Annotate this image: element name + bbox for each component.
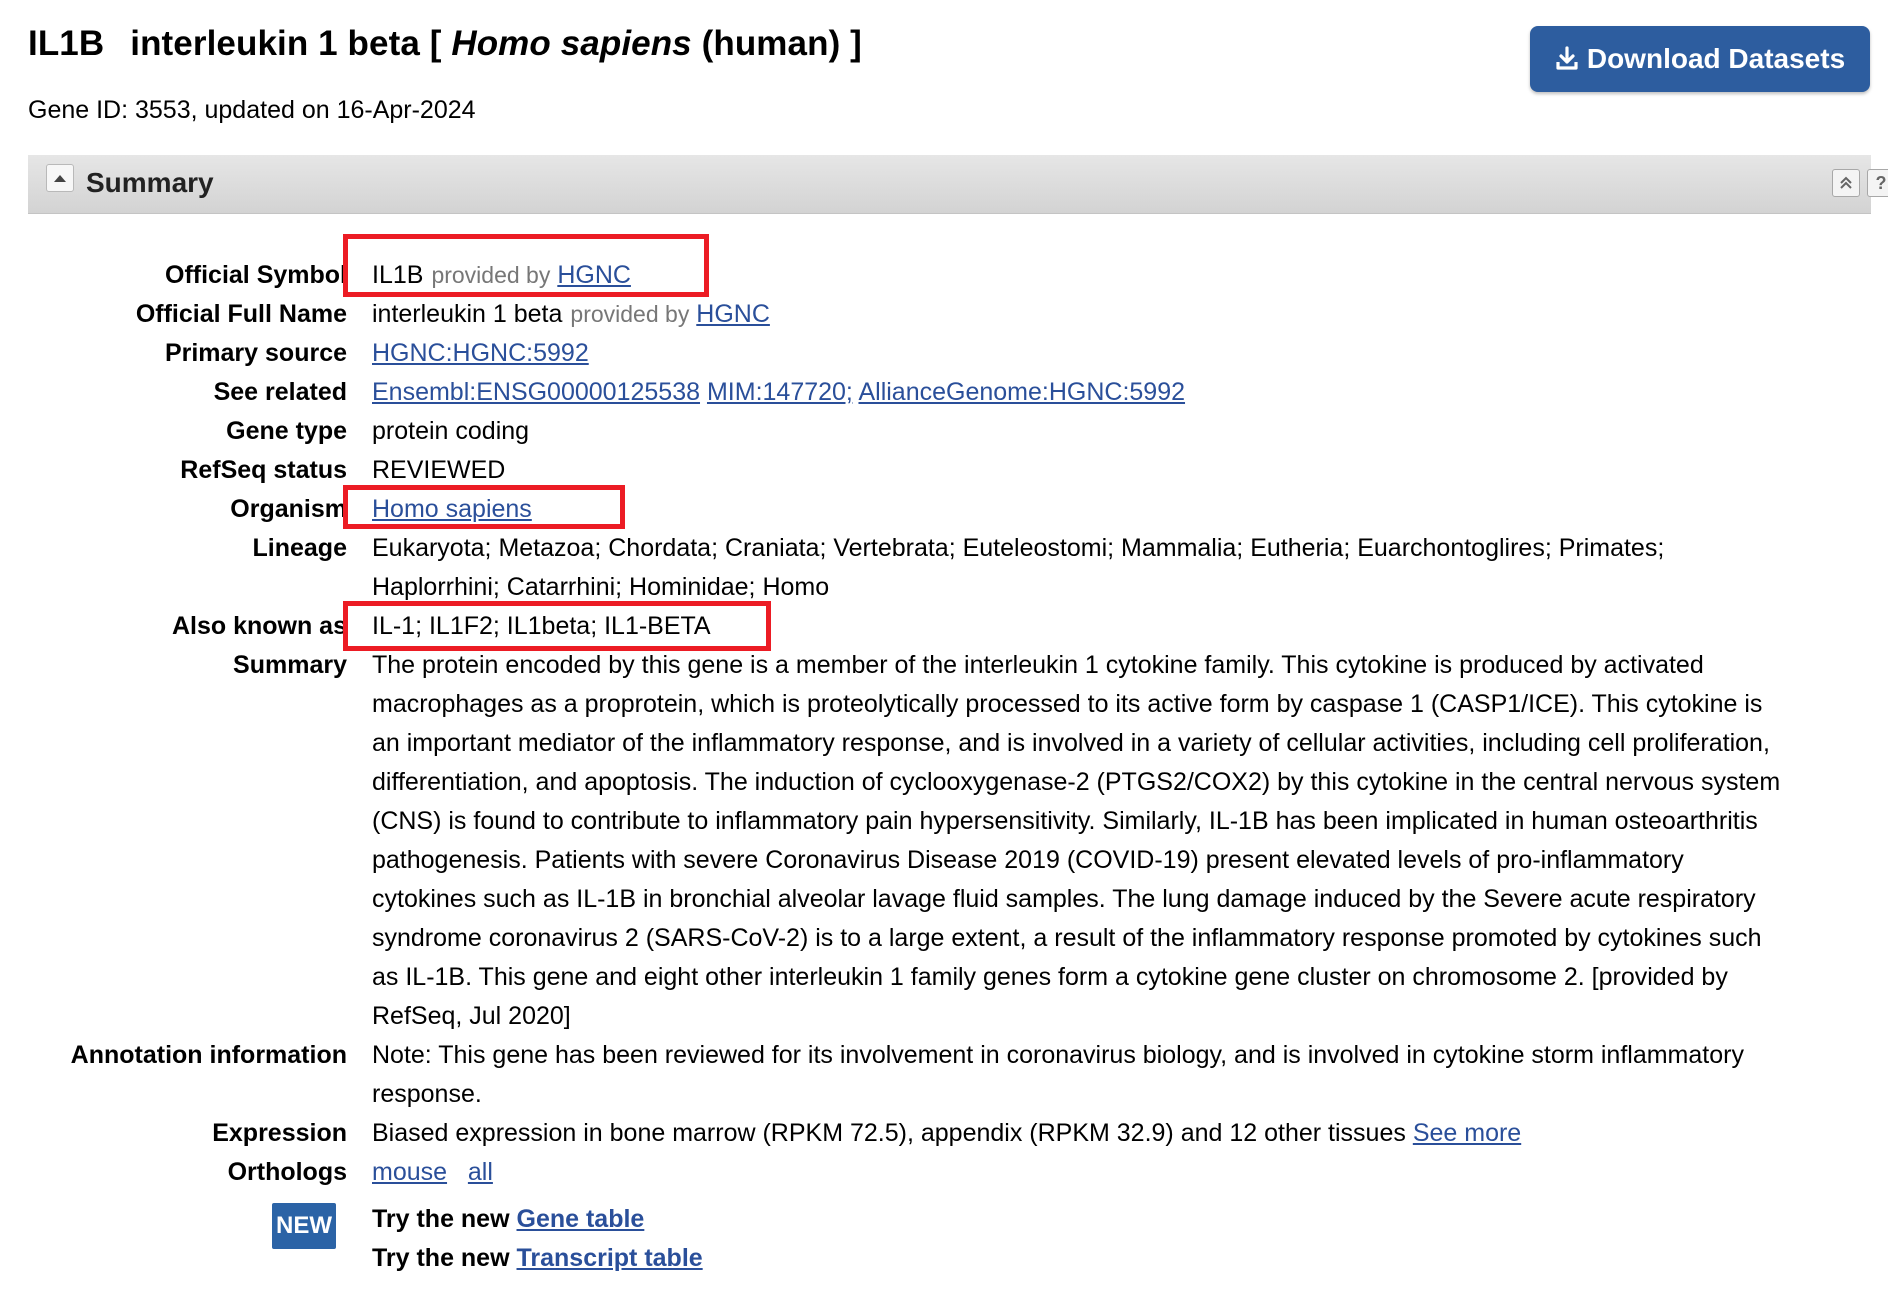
try-transcript-table: Try the new Transcript table <box>372 1244 703 1273</box>
annotation-line-1: Note: This gene has been reviewed for it… <box>372 1041 1744 1069</box>
field-label: Gene type <box>226 417 347 445</box>
field-label: Expression <box>212 1119 347 1147</box>
double-chevron-up-icon <box>1840 176 1852 189</box>
field-value: Biased expression in bone marrow (RPKM 7… <box>372 1114 1842 1153</box>
gene-name-prefix: interleukin 1 beta [ <box>130 24 442 63</box>
summary-text: The protein encoded by this gene is a me… <box>372 646 1842 1036</box>
caret-up-icon <box>54 175 66 182</box>
summary-line: differentiation, and apoptosis. The indu… <box>372 768 1781 796</box>
gene-symbol: IL1B <box>28 24 105 63</box>
field-value: mouse all <box>372 1153 1842 1192</box>
highlight-box-organism <box>343 485 625 529</box>
field-label: Primary source <box>164 339 347 367</box>
try-prefix: Try the new <box>372 1205 510 1233</box>
highlight-box-also-known-as <box>343 601 771 651</box>
download-icon <box>1556 46 1578 70</box>
transcript-table-link[interactable]: Transcript table <box>517 1244 703 1272</box>
scroll-top-button[interactable] <box>1832 169 1860 197</box>
field-value: Ensembl:ENSG00000125538 MIM:147720; Alli… <box>372 373 1842 412</box>
field-value: protein coding <box>372 417 530 445</box>
page-title: IL1B interleukin 1 beta [ Homo sapiens (h… <box>28 24 862 64</box>
gene-name-suffix: (human) ] <box>701 24 862 63</box>
expression-text: Biased expression in bone marrow (RPKM 7… <box>372 1119 1406 1147</box>
summary-line: RefSeq, Jul 2020] <box>372 1002 571 1030</box>
summary-line: The protein encoded by this gene is a me… <box>372 651 1704 679</box>
field-label: Also known as <box>171 612 347 640</box>
highlight-box-official-symbol <box>343 234 709 297</box>
field-label: Official Full Name <box>135 300 347 328</box>
provided-by-text: provided by <box>570 301 690 327</box>
summary-line: syndrome coronavirus 2 (SARS-CoV-2) is t… <box>372 924 1762 952</box>
gene-organism: Homo sapiens <box>451 24 692 63</box>
alliance-genome-link[interactable]: AllianceGenome:HGNC:5992 <box>858 378 1185 406</box>
field-value: Note: This gene has been reviewed for it… <box>372 1036 1842 1114</box>
field-label: RefSeq status <box>180 456 347 484</box>
try-prefix: Try the new <box>372 1244 510 1272</box>
summary-section-title: Summary <box>86 167 214 198</box>
annotation-line-2: response. <box>372 1080 482 1108</box>
official-full-name-value: interleukin 1 beta <box>372 300 563 328</box>
primary-source-link[interactable]: HGNC:HGNC:5992 <box>372 339 589 367</box>
summary-line: as IL-1B. This gene and eight other inte… <box>372 963 1728 991</box>
field-label: Official Symbol <box>165 261 347 289</box>
summary-line: pathogenesis. Patients with severe Coron… <box>372 846 1684 874</box>
help-icon: ? <box>1875 172 1887 193</box>
field-label: Organism <box>230 495 347 523</box>
all-orthologs-link[interactable]: all <box>468 1158 493 1186</box>
summary-line: an important mediator of the inflammator… <box>372 729 1770 757</box>
see-more-link[interactable]: See more <box>1413 1119 1521 1147</box>
summary-line: cytokines such as IL-1B in bronchial alv… <box>372 885 1756 913</box>
download-datasets-label: Download Datasets <box>1586 43 1846 74</box>
ensembl-link[interactable]: Ensembl:ENSG00000125538 <box>372 378 700 406</box>
gene-table-link[interactable]: Gene table <box>517 1205 645 1233</box>
field-label: See related <box>213 378 347 406</box>
try-gene-table: Try the new Gene table <box>372 1205 644 1234</box>
collapse-section-button[interactable] <box>46 164 74 192</box>
summary-line: (CNS) is found to contribute to inflamma… <box>372 807 1758 835</box>
mim-link[interactable]: MIM:147720; <box>707 378 853 406</box>
download-datasets-button[interactable]: Download Datasets <box>1530 26 1870 92</box>
new-badge: NEW <box>272 1203 336 1249</box>
summary-section-header: Summary ? <box>28 155 1888 214</box>
field-value: interleukin 1 beta provided by HGNC <box>372 295 1842 334</box>
help-button[interactable]: ? <box>1867 169 1888 197</box>
field-label: Orthologs <box>227 1158 347 1186</box>
field-value: Eukaryota; Metazoa; Chordata; Craniata; … <box>372 529 1842 607</box>
gene-id-line: Gene ID: 3553, updated on 16-Apr-2024 <box>28 96 476 124</box>
summary-line: macrophages as a proprotein, which is pr… <box>372 690 1763 718</box>
field-label: Lineage <box>252 534 347 562</box>
lineage-line-2: Haplorrhini; Catarrhini; Hominidae; Homo <box>372 573 830 601</box>
field-label: Summary <box>233 651 347 679</box>
hgnc-link[interactable]: HGNC <box>696 300 770 328</box>
field-label: Annotation information <box>70 1041 347 1069</box>
lineage-line-1: Eukaryota; Metazoa; Chordata; Craniata; … <box>372 534 1665 562</box>
mouse-ortholog-link[interactable]: mouse <box>372 1158 447 1186</box>
field-value: HGNC:HGNC:5992 <box>372 334 1842 373</box>
